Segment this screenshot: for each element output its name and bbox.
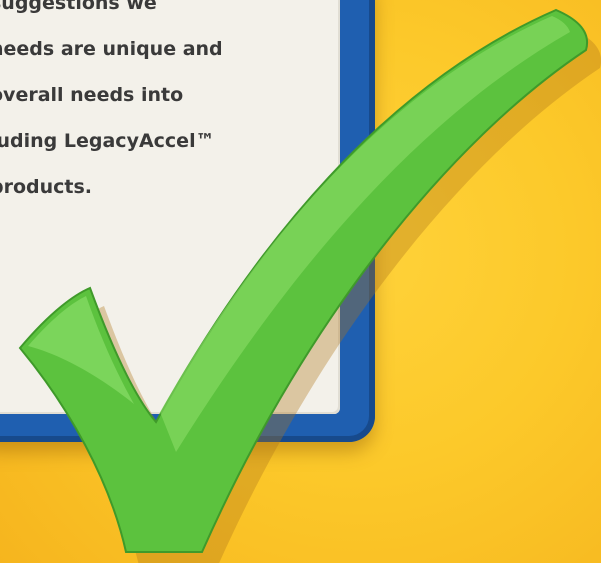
checkmark-icon xyxy=(18,8,601,563)
illustration-scene: suggestions we needs are unique and over… xyxy=(0,0,601,563)
